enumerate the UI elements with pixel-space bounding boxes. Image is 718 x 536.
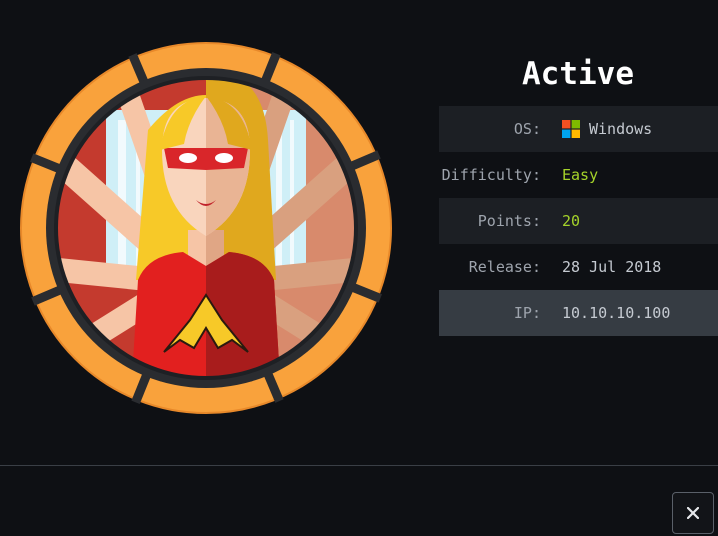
info-row-release: Release: 28 Jul 2018 (439, 244, 718, 290)
close-icon (687, 507, 699, 519)
footer-divider (0, 465, 718, 466)
windows-logo-icon (562, 120, 580, 138)
avatar-illustration (20, 42, 392, 414)
info-value-release: 28 Jul 2018 (562, 258, 662, 276)
info-value-ip[interactable]: 10.10.10.100 (562, 304, 718, 322)
info-value-difficulty: Easy (562, 166, 599, 184)
info-label-points: Points: (477, 212, 541, 230)
close-button[interactable] (672, 492, 714, 534)
info-row-points: Points: 20 (439, 198, 718, 244)
info-value-points: 20 (562, 212, 581, 230)
os-name: Windows (589, 120, 653, 138)
info-label-os: OS: (513, 120, 541, 138)
machine-name: Active (522, 56, 634, 92)
info-label-ip: IP: (513, 304, 541, 322)
info-label-difficulty: Difficulty: (441, 166, 541, 184)
machine-avatar-badge (18, 40, 394, 416)
info-row-difficulty: Difficulty: Easy (439, 152, 718, 198)
info-label-release: Release: (468, 258, 541, 276)
info-value-os: Windows (562, 120, 718, 138)
machine-info-table: OS: Windows Difficulty: Easy Points: 20 … (439, 106, 718, 336)
info-row-os: OS: Windows (439, 106, 718, 152)
info-row-ip[interactable]: IP: 10.10.10.100 (439, 290, 718, 336)
